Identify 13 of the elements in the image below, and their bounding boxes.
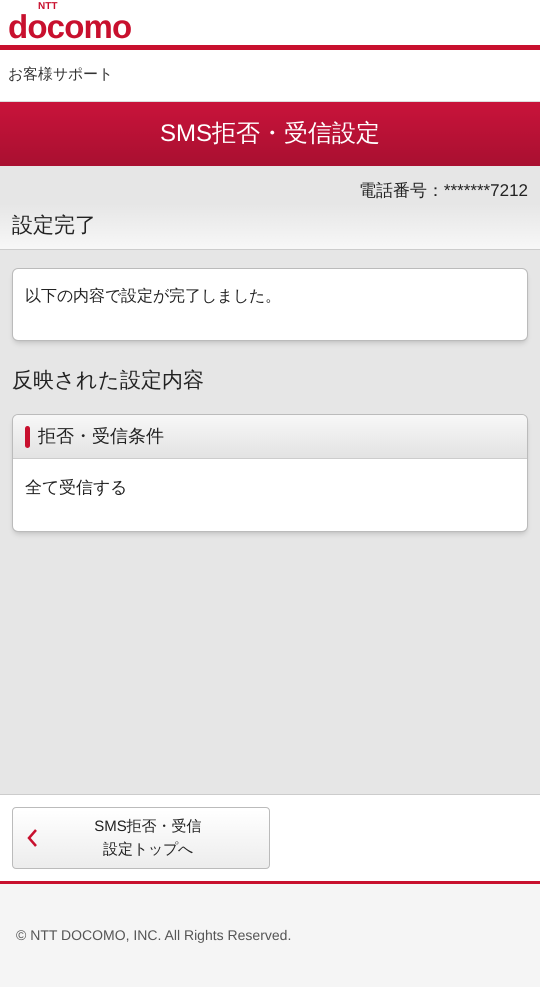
accent-bar-icon (25, 426, 30, 448)
docomo-logo[interactable]: NTT docomo (8, 2, 132, 43)
card-title: 拒否・受信条件 (38, 425, 164, 448)
setting-value: 全て受信する (25, 478, 127, 497)
back-button[interactable]: SMS拒否・受信 設定トップへ (12, 807, 270, 869)
section-title: 設定完了 (12, 213, 96, 240)
chevron-left-icon (25, 827, 39, 849)
copyright-text: © NTT DOCOMO, INC. All Rights Reserved. (16, 926, 292, 945)
page-title: SMS拒否・受信設定 (160, 119, 380, 149)
applied-heading: 反映された設定内容 (11, 368, 205, 394)
breadcrumb-link[interactable]: お客様サポート (8, 64, 113, 87)
phone-number: 電話番号：*******7212 (358, 180, 528, 202)
message-text: 以下の内容で設定が完了しました。 (25, 288, 281, 304)
